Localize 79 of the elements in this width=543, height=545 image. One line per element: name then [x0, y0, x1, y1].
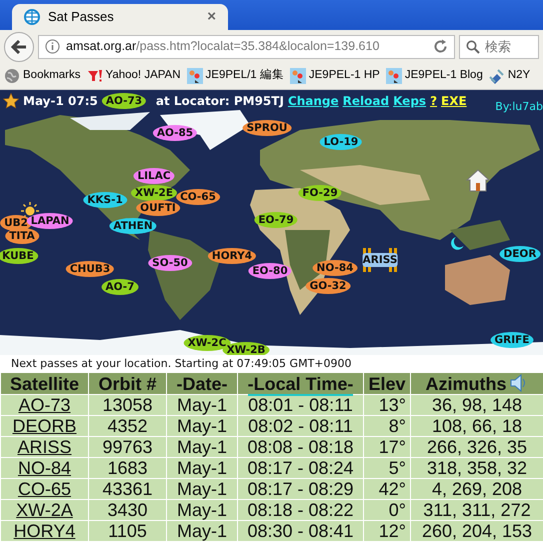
- table-cell: 08:02 - 08:11: [238, 416, 364, 436]
- table-cell: 266, 326, 35: [410, 436, 543, 458]
- table-cell: 13058: [88, 394, 166, 416]
- table-cell: 8°: [364, 416, 410, 436]
- table-cell: 42°: [364, 478, 410, 500]
- table-cell: 1683: [88, 458, 166, 478]
- table-cell: May-1: [166, 478, 238, 500]
- globe-icon: [24, 9, 40, 25]
- back-arrow-icon: [11, 40, 27, 54]
- header-link[interactable]: Reload: [342, 92, 390, 110]
- table-cell: 08:08 - 08:18: [238, 436, 364, 458]
- picture-icon: [186, 68, 203, 84]
- header-link[interactable]: Keps: [393, 92, 426, 110]
- table-cell: 08:17 - 08:29: [238, 478, 364, 500]
- table-cell: 99763: [88, 436, 166, 458]
- table-cell: May-1: [166, 436, 238, 458]
- table-cell: 311, 311, 272: [410, 500, 543, 520]
- url-text: amsat.org.ar/pass.htm?localat=35.384&localon=139.610: [66, 38, 380, 56]
- table-cell: 08:18 - 08:22: [238, 500, 364, 520]
- table-cell: 260, 204, 153: [410, 520, 543, 542]
- reload-icon[interactable]: [433, 39, 448, 54]
- credit-text: By:lu7ab: [495, 99, 543, 115]
- column-header[interactable]: -Date-: [166, 372, 238, 394]
- bookmark-item[interactable]: JE9PEL-1 HP: [290, 67, 380, 85]
- date-time-text: May-1 07:5: [23, 93, 98, 110]
- table-cell: 08:17 - 08:24: [238, 458, 364, 478]
- table-cell: 3430: [88, 500, 166, 520]
- table-cell: 5°: [364, 458, 410, 478]
- column-header[interactable]: Satellite: [0, 372, 88, 394]
- table-cell: May-1: [166, 394, 238, 416]
- table-cell: 1105: [88, 520, 166, 542]
- browser-tab[interactable]: Sat Passes ×: [12, 4, 228, 30]
- table-cell: 4352: [88, 416, 166, 436]
- globe-icon: [4, 68, 20, 84]
- table-cell: 43361: [88, 478, 166, 500]
- table-cell: 318, 358, 32: [410, 458, 543, 478]
- table-cell: 36, 98, 148: [410, 394, 543, 416]
- house-icon: [466, 168, 490, 192]
- picture-icon: [290, 68, 306, 84]
- search-icon: [466, 40, 480, 54]
- bookmark-item[interactable]: JE9PEL-1 Blog: [386, 67, 483, 85]
- bookmark-item[interactable]: JE9PEL/1 編集: [186, 67, 284, 85]
- table-cell: May-1: [166, 500, 238, 520]
- column-header[interactable]: Azimuths: [410, 372, 543, 394]
- close-button[interactable]: ×: [207, 6, 216, 28]
- bookmark-item[interactable]: N2Y: [488, 67, 530, 85]
- table-cell: 0°: [364, 500, 410, 520]
- table-cell: 08:01 - 08:11: [238, 394, 364, 416]
- table-cell: 12°: [364, 520, 410, 542]
- table-cell: 108, 66, 18: [410, 416, 543, 436]
- star-icon: [3, 93, 19, 109]
- table-cell: 4, 269, 208: [410, 478, 543, 500]
- bookmark-item[interactable]: Bookmarks: [4, 67, 81, 85]
- table-cell: May-1: [166, 520, 238, 542]
- satellite-icon: [488, 68, 505, 84]
- station-icon: [362, 248, 398, 272]
- header-link[interactable]: Change: [288, 92, 339, 110]
- tab-title: Sat Passes: [48, 8, 114, 26]
- column-header[interactable]: Orbit #: [88, 372, 166, 394]
- search-box[interactable]: 検索: [459, 34, 539, 58]
- bookmark-item[interactable]: Yahoo! JAPAN: [86, 67, 181, 85]
- column-header[interactable]: -Local Time-: [238, 372, 364, 394]
- search-field[interactable]: 検索: [485, 36, 535, 56]
- logo-icon: [86, 68, 103, 84]
- picture-icon: [386, 68, 402, 84]
- header-link[interactable]: EXE: [441, 92, 467, 110]
- table-cell: May-1: [166, 416, 238, 436]
- column-header[interactable]: Elev: [364, 372, 410, 394]
- moon-icon: [450, 236, 464, 250]
- locator-text: at Locator: PM95TJ: [156, 93, 284, 110]
- address-field[interactable]: amsat.org.ar/pass.htm?localat=35.384&localon=139.610: [38, 34, 455, 58]
- table-cell: 08:30 - 08:41: [238, 520, 364, 542]
- table-cell: 13°: [364, 394, 410, 416]
- header-link[interactable]: ?: [430, 92, 438, 110]
- info-icon: [45, 39, 60, 54]
- table-cell: May-1: [166, 458, 238, 478]
- back-button[interactable]: [4, 32, 34, 62]
- caption-text: Next passes at your location. Starting at 07:49:05 GMT+0900: [10, 356, 352, 372]
- table-cell: 17°: [364, 436, 410, 458]
